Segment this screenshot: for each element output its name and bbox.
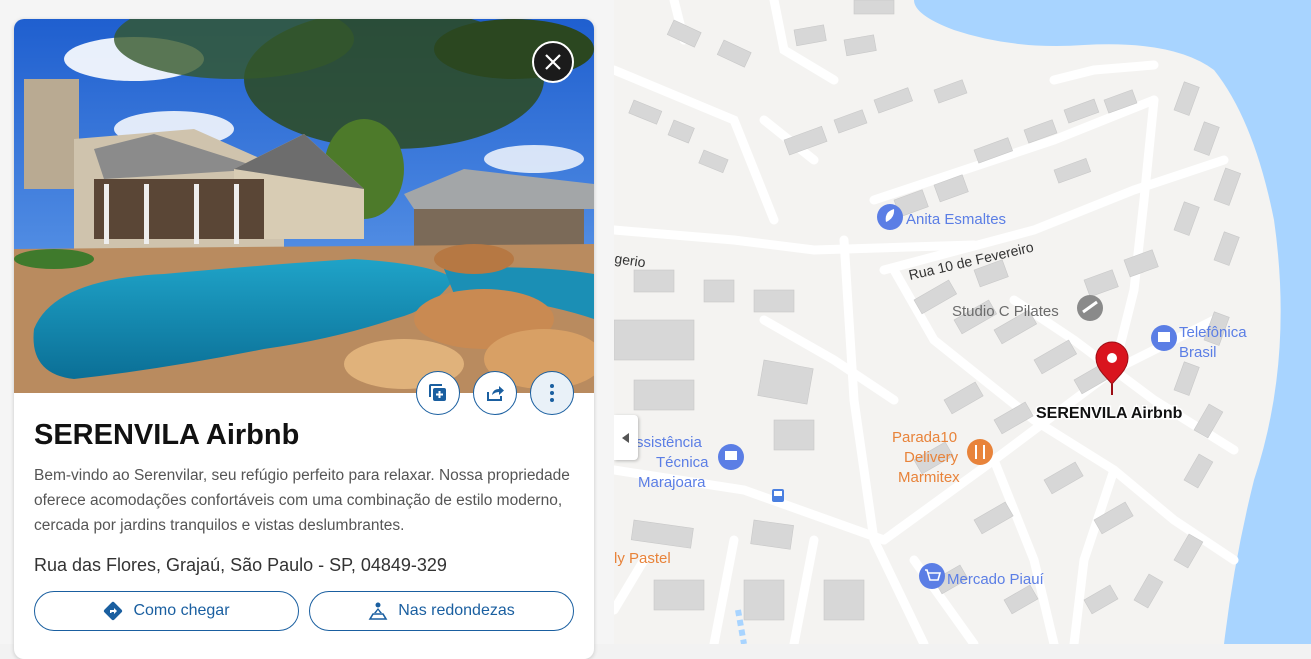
directions-icon — [104, 601, 123, 621]
place-address: Rua das Flores, Grajaú, São Paulo - SP, … — [34, 555, 447, 575]
poi-label: Marajoara — [638, 474, 706, 491]
poi-label: Mercado Piauí — [947, 571, 1045, 588]
chevron-left-icon — [622, 432, 629, 443]
save-button[interactable] — [416, 371, 460, 415]
house-with-pool-photo[interactable] — [14, 19, 594, 393]
poi-label: Studio C Pilates — [952, 303, 1059, 320]
place-card: SERENVILA Airbnb Bem-vindo ao Serenvilar… — [14, 19, 594, 659]
poi-parada10[interactable]: Parada10 Delivery Marmitex — [892, 429, 993, 486]
map-canvas[interactable]: Rua 10 de Fevereiro gerio Anita Esmaltes… — [614, 0, 1311, 644]
poi-label: Brasil — [1179, 344, 1217, 361]
company-icon — [1158, 332, 1170, 342]
poi-anita-esmaltes[interactable]: Anita Esmaltes — [877, 204, 1006, 230]
poi-label: Técnica — [656, 454, 709, 471]
street-label-partial: gerio — [614, 250, 647, 270]
poi-assistencia-tecnica[interactable]: ssistência Técnica Marajoara — [636, 434, 744, 491]
close-icon — [545, 54, 561, 70]
poi-pastel[interactable]: ly Pastel — [614, 550, 671, 567]
poi-label: Parada10 — [892, 429, 957, 446]
poi-label: ssistência — [636, 434, 703, 451]
marker-label: SERENVILA Airbnb — [1036, 405, 1183, 422]
more-options-button[interactable] — [530, 371, 574, 415]
canal-line — [735, 609, 747, 644]
poi-label: Anita Esmaltes — [906, 211, 1006, 228]
directions-label: Como chegar — [133, 602, 230, 619]
poi-label: Delivery — [904, 449, 959, 466]
share-button[interactable] — [473, 371, 517, 415]
poi-label: ly Pastel — [614, 550, 671, 567]
place-title: SERENVILA Airbnb — [34, 419, 300, 451]
poi-studio-c-pilates[interactable]: Studio C Pilates — [952, 295, 1103, 321]
poi-label: Marmitex — [898, 469, 960, 486]
close-button[interactable] — [532, 41, 574, 83]
add-to-collection-icon — [429, 384, 446, 401]
poi-telefonica-brasil[interactable]: Telefônica Brasil — [1151, 324, 1247, 361]
share-icon — [487, 386, 504, 401]
nearby-label: Nas redondezas — [398, 602, 515, 619]
map-view[interactable]: Rua 10 de Fevereiro gerio Anita Esmaltes… — [614, 0, 1311, 644]
place-description: Bem-vindo ao Serenvilar, seu refúgio per… — [34, 467, 570, 534]
service-icon — [725, 451, 737, 460]
collapse-panel-button[interactable] — [614, 415, 638, 460]
nearby-icon — [368, 602, 388, 620]
more-vertical-icon — [550, 384, 554, 402]
bus-stop-icon[interactable] — [772, 489, 784, 502]
poi-label: Telefônica — [1179, 324, 1247, 341]
directions-button[interactable]: Como chegar — [34, 591, 299, 631]
nearby-button[interactable]: Nas redondezas — [309, 591, 574, 631]
poi-mercado-piaui[interactable]: Mercado Piauí — [919, 563, 1045, 589]
roads — [614, 0, 1239, 644]
buildings — [614, 0, 1242, 621]
